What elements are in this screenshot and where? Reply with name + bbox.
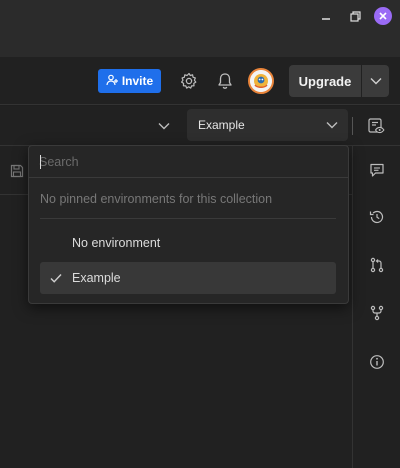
close-icon[interactable]: [374, 7, 392, 25]
chevron-down-icon[interactable]: [156, 118, 172, 134]
chevron-down-icon: [370, 72, 382, 90]
info-icon[interactable]: [367, 352, 387, 372]
restore-icon[interactable]: [347, 8, 363, 24]
divider: [40, 218, 336, 219]
no-pinned-message: No pinned environments for this collecti…: [40, 192, 273, 206]
pull-request-icon[interactable]: [367, 255, 387, 275]
environment-dropdown: No pinned environments for this collecti…: [28, 145, 349, 304]
add-user-icon: [106, 74, 118, 89]
environment-quick-look-icon[interactable]: [366, 116, 386, 136]
right-sidebar: [352, 146, 400, 468]
environment-option-none[interactable]: No environment: [40, 227, 336, 259]
checkmark-icon: [49, 271, 63, 285]
upgrade-button[interactable]: Upgrade: [289, 65, 361, 97]
text-cursor: [40, 155, 41, 169]
minimize-icon[interactable]: [318, 8, 334, 24]
history-icon[interactable]: [367, 207, 387, 227]
environment-option-example[interactable]: Example: [40, 262, 336, 294]
gear-icon[interactable]: [179, 71, 199, 91]
upgrade-label: Upgrade: [298, 73, 352, 89]
environment-selector[interactable]: Example: [187, 109, 348, 141]
app-header: Invite Upgrade: [0, 57, 400, 105]
search-input[interactable]: [39, 152, 339, 172]
invite-button[interactable]: Invite: [98, 69, 161, 93]
environment-option-label: Example: [72, 271, 121, 285]
bell-icon[interactable]: [215, 71, 235, 91]
environment-bar: Example: [0, 106, 400, 146]
environment-option-label: No environment: [72, 236, 161, 250]
invite-label: Invite: [121, 74, 154, 88]
window-titlebar: [0, 0, 400, 57]
upgrade-menu-button[interactable]: [362, 65, 389, 97]
divider: [352, 117, 353, 135]
environment-search: [29, 146, 348, 178]
avatar[interactable]: [248, 68, 274, 94]
comments-icon[interactable]: [367, 160, 387, 180]
save-icon[interactable]: [10, 164, 26, 180]
selected-environment-label: Example: [198, 118, 245, 132]
chevron-down-icon: [326, 118, 338, 132]
fork-icon[interactable]: [367, 303, 387, 323]
